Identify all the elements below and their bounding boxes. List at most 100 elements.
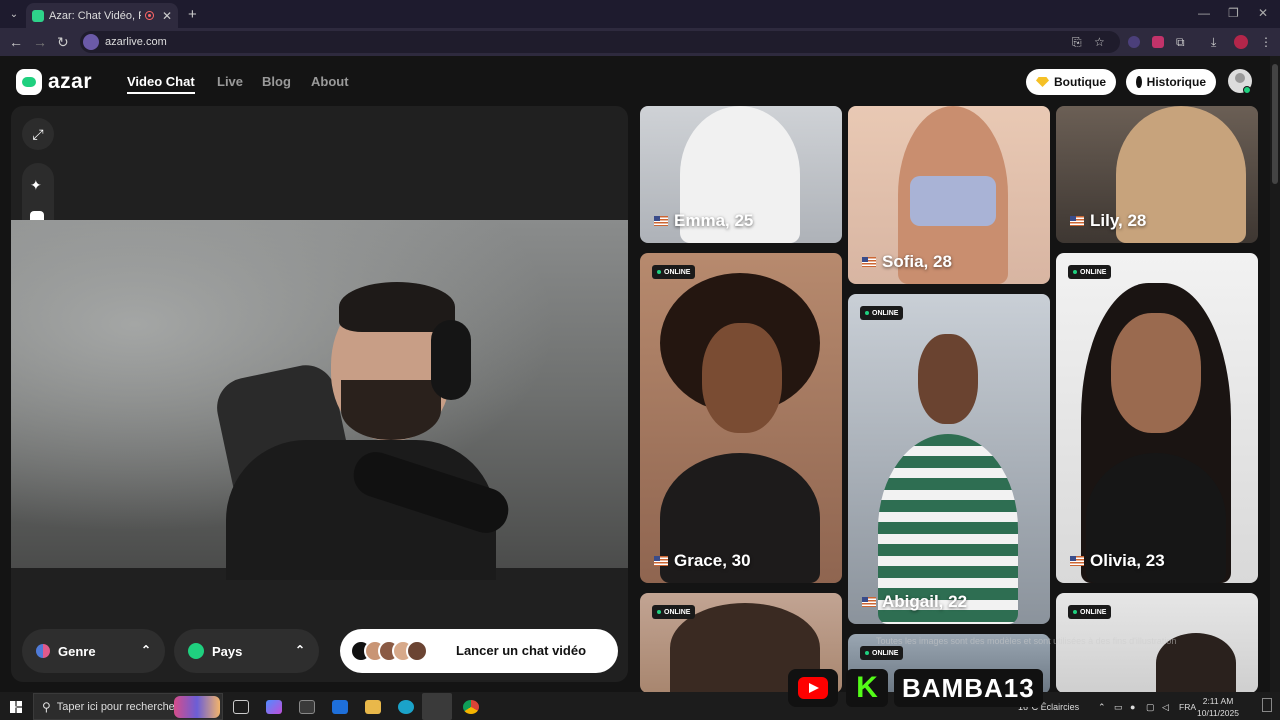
boutique-button[interactable]: Boutique xyxy=(1026,69,1116,95)
tray-chevron-icon[interactable]: ⌃ xyxy=(1098,702,1106,713)
site-info-icon[interactable] xyxy=(83,34,99,50)
us-flag-icon xyxy=(862,257,876,267)
launch-label: Lancer un chat vidéo xyxy=(456,643,587,658)
video-panel: ⤢ ✦ Genre ⌃ Pays ⌃ Lancer un chat vidéo xyxy=(11,106,628,682)
pays-selector[interactable]: Pays ⌃ xyxy=(174,629,319,673)
card-name: Abigail, 22 xyxy=(862,592,967,612)
mic-icon[interactable]: ● xyxy=(1130,702,1135,712)
url-bar[interactable]: azarlive.com xyxy=(80,31,1120,53)
notifications-icon[interactable] xyxy=(1262,698,1272,712)
genre-selector[interactable]: Genre ⌃ xyxy=(22,629,165,673)
browser-menu-icon[interactable]: ⋮ xyxy=(1260,35,1272,49)
us-flag-icon xyxy=(654,556,668,566)
stream-overlay: K BAMBA13 xyxy=(788,669,1043,707)
url-text: azarlive.com xyxy=(105,36,167,48)
file-explorer-icon[interactable] xyxy=(365,700,381,714)
restore-button[interactable]: ❐ xyxy=(1228,6,1239,20)
nav-live[interactable]: Live xyxy=(217,74,243,89)
system-clock[interactable]: 2:11 AM 10/11/2025 xyxy=(1196,695,1240,719)
network-icon[interactable]: ▭ xyxy=(1114,702,1123,713)
card-name: Emma, 25 xyxy=(654,211,753,231)
active-app-icon[interactable] xyxy=(422,693,452,720)
volume-icon[interactable]: ◁ xyxy=(1162,702,1169,713)
disclaimer-text: Toutes les images sont des modèles et so… xyxy=(876,636,1177,646)
card-name: Grace, 30 xyxy=(654,551,751,571)
azar-logo-icon xyxy=(16,69,42,95)
expand-icon[interactable]: ⤢ xyxy=(22,118,54,150)
azar-favicon-icon xyxy=(32,9,44,22)
self-camera-feed xyxy=(11,220,628,581)
launch-video-chat-button[interactable]: Lancer un chat vidéo xyxy=(340,629,618,673)
us-flag-icon xyxy=(862,597,876,607)
bookmark-star-icon[interactable]: ☆ xyxy=(1094,35,1105,49)
pays-label: Pays xyxy=(212,643,243,659)
profile-card-lily[interactable]: Lily, 28 xyxy=(1056,106,1258,243)
globe-icon xyxy=(188,643,204,659)
profile-avatar-icon[interactable] xyxy=(1234,35,1248,49)
tab-search-icon[interactable]: ⌄ xyxy=(4,4,24,24)
clock-time: 2:11 AM xyxy=(1202,696,1234,706)
page-scrollbar[interactable] xyxy=(1270,56,1280,692)
streamer-name: BAMBA13 xyxy=(894,669,1043,707)
nav-video-chat[interactable]: Video Chat xyxy=(127,74,195,94)
card-name: Lily, 28 xyxy=(1070,211,1146,231)
forward-button[interactable]: → xyxy=(33,34,47,50)
copilot-icon[interactable] xyxy=(266,700,282,714)
online-badge: ONLINE xyxy=(652,265,696,279)
search-icon: ⚲ xyxy=(42,699,51,714)
logo-text: azar xyxy=(48,70,93,93)
close-window-button[interactable]: ✕ xyxy=(1258,6,1268,20)
chevron-up-icon: ⌃ xyxy=(294,643,305,657)
task-view-icon[interactable] xyxy=(233,700,249,714)
historique-label: Historique xyxy=(1146,75,1206,89)
chevron-up-icon: ⌃ xyxy=(140,643,151,657)
minimize-button[interactable]: — xyxy=(1198,6,1210,20)
nav-about[interactable]: About xyxy=(311,74,349,89)
avatar-stack xyxy=(350,640,434,662)
kick-logo-icon: K xyxy=(846,669,888,707)
profile-card-olivia[interactable]: ONLINE Olivia, 23 xyxy=(1056,253,1258,583)
display-icon[interactable]: ▢ xyxy=(1146,702,1155,713)
us-flag-icon xyxy=(1070,556,1084,566)
azar-logo[interactable]: azar xyxy=(16,69,92,95)
taskbar-search[interactable]: ⚲ Taper ici pour rechercher xyxy=(33,693,223,720)
store-icon[interactable] xyxy=(299,700,315,714)
mail-icon[interactable] xyxy=(332,700,348,714)
chrome-icon[interactable] xyxy=(463,700,479,714)
reload-button[interactable]: ↻ xyxy=(57,34,69,51)
install-app-icon[interactable]: ⎘ xyxy=(1072,35,1082,50)
gender-icon xyxy=(36,644,50,658)
profile-card-grace[interactable]: ONLINE Grace, 30 xyxy=(640,253,842,583)
extension-shield-icon[interactable] xyxy=(1152,36,1164,48)
profile-card-abigail[interactable]: ONLINE Abigail, 22 xyxy=(848,294,1050,624)
online-badge: ONLINE xyxy=(652,605,696,619)
profile-card-emma[interactable]: Emma, 25 xyxy=(640,106,842,243)
azar-page: azar Video Chat Live Blog About Boutique… xyxy=(0,56,1280,692)
genre-label: Genre xyxy=(58,643,96,659)
browser-tab[interactable]: Azar: Chat Vidéo, Rencontre ✕ xyxy=(26,3,178,28)
profile-card-sofia[interactable]: Sofia, 28 xyxy=(848,106,1050,284)
us-flag-icon xyxy=(654,216,668,226)
online-badge: ONLINE xyxy=(1068,265,1112,279)
extension-t-icon[interactable] xyxy=(1128,36,1140,48)
nav-blog[interactable]: Blog xyxy=(262,74,291,89)
search-placeholder: Taper ici pour rechercher xyxy=(56,700,179,713)
card-name: Sofia, 28 xyxy=(862,252,952,272)
boutique-label: Boutique xyxy=(1054,75,1106,89)
recording-icon xyxy=(145,11,154,20)
search-highlight-image xyxy=(174,696,220,718)
language-indicator[interactable]: FRA xyxy=(1179,702,1196,712)
sparkle-icon[interactable]: ✦ xyxy=(30,177,42,194)
us-flag-icon xyxy=(1070,216,1084,226)
historique-button[interactable]: Historique xyxy=(1126,69,1216,95)
online-badge: ONLINE xyxy=(860,646,904,660)
downloads-icon[interactable]: ⤓ xyxy=(1211,35,1216,50)
new-tab-button[interactable]: + xyxy=(188,6,197,23)
status-dot-icon xyxy=(1243,86,1251,94)
edge-icon[interactable] xyxy=(398,700,414,714)
back-button[interactable]: ← xyxy=(9,34,23,50)
extensions-puzzle-icon[interactable]: ⧉ xyxy=(1176,35,1185,50)
online-badge: ONLINE xyxy=(1068,605,1112,619)
tab-close-icon[interactable]: ✕ xyxy=(162,9,172,23)
clock-date: 10/11/2025 xyxy=(1197,708,1239,718)
